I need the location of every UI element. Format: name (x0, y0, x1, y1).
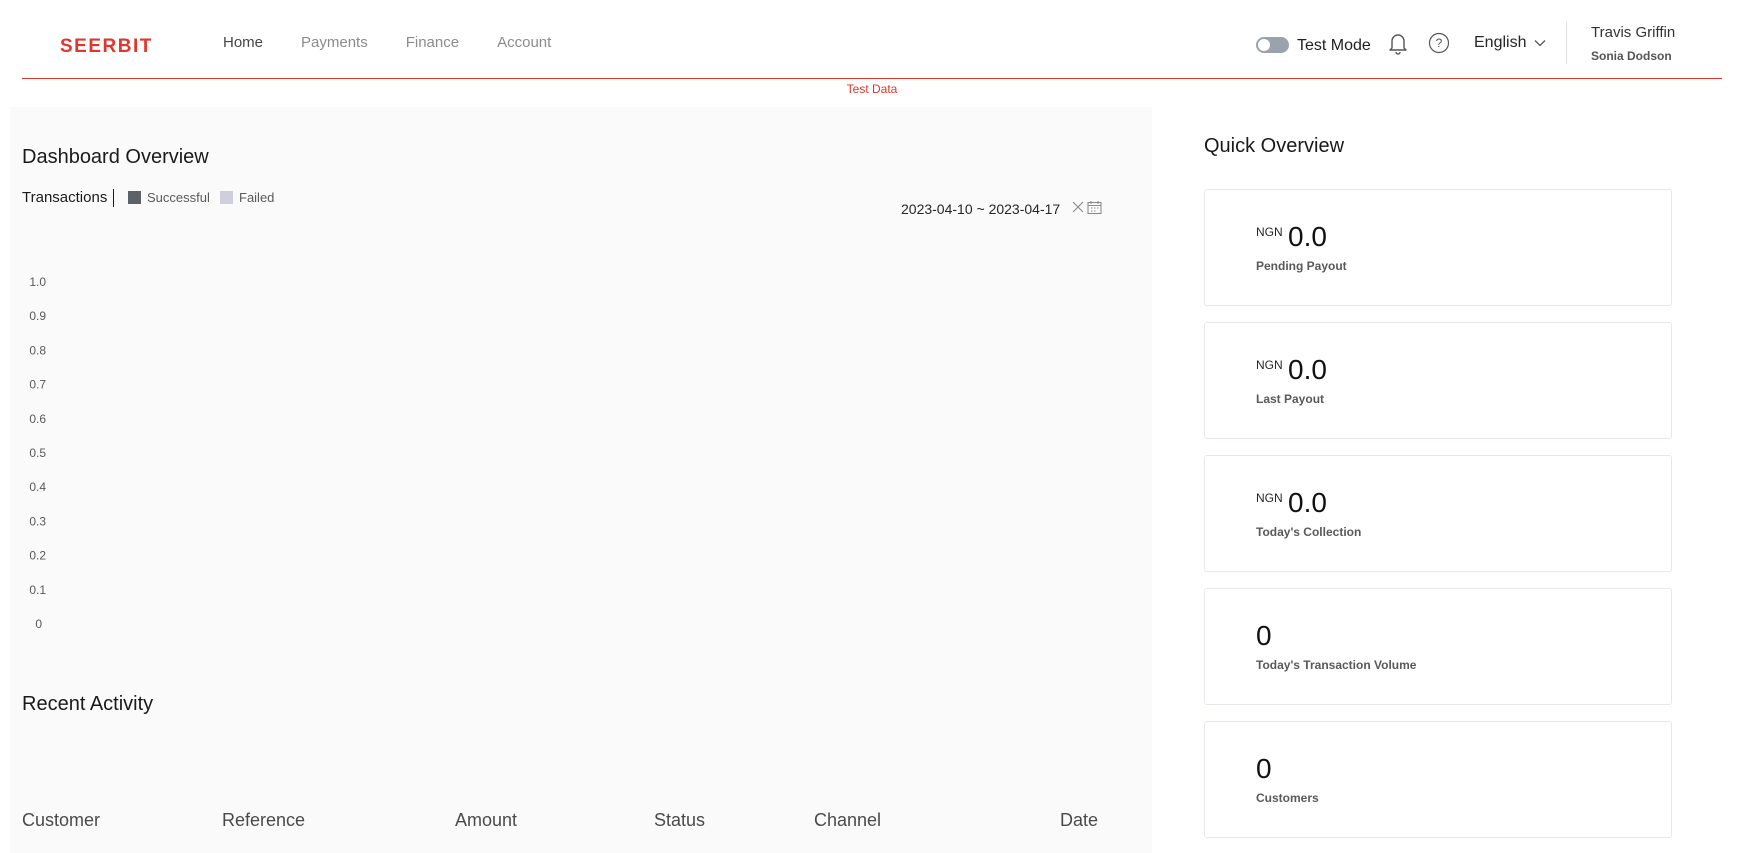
card-currency: NGN (1256, 225, 1283, 239)
nav-finance[interactable]: Finance (406, 34, 459, 51)
recent-activity-title: Recent Activity (22, 693, 154, 715)
column-header-status[interactable]: Status (654, 810, 705, 831)
test-mode-label: Test Mode (1297, 37, 1371, 54)
svg-text:?: ? (1436, 36, 1443, 50)
user-business-name: Sonia Dodson (1591, 49, 1672, 63)
y-tick-label: 0.1 (29, 583, 46, 597)
column-header-date[interactable]: Date (1060, 810, 1098, 831)
chevron-down-icon (1535, 40, 1546, 47)
y-tick-label: 0.6 (29, 412, 46, 426)
language-selector[interactable]: English (1474, 34, 1546, 52)
y-tick-label: 0.7 (29, 378, 46, 392)
y-tick-label: 0.5 (29, 446, 46, 460)
card-label: Pending Payout (1256, 259, 1347, 273)
card-value: 0 (1256, 753, 1272, 784)
nav-home[interactable]: Home (223, 34, 263, 51)
y-tick-label: 0.2 (29, 549, 46, 563)
y-tick-label: 0.8 (29, 343, 46, 357)
top-header: SEERBIT Home Payments Finance Account Te… (0, 0, 1744, 78)
column-header-channel[interactable]: Channel (814, 810, 881, 831)
nav-account[interactable]: Account (497, 34, 551, 51)
header-divider (1566, 22, 1567, 64)
user-name[interactable]: Travis Griffin (1591, 24, 1675, 41)
date-range-picker[interactable]: 2023-04-10 ~ 2023-04-17 (901, 201, 1060, 217)
card-value: 0.0 (1288, 354, 1327, 385)
card-label: Today's Collection (1256, 525, 1362, 539)
card-customers[interactable]: 0 Customers (1204, 721, 1672, 838)
y-tick-label: 0.9 (29, 309, 46, 323)
card-label: Today's Transaction Volume (1256, 658, 1417, 672)
transactions-label: Transactions (22, 189, 108, 206)
dashboard-title: Dashboard Overview (22, 146, 209, 168)
legend-successful[interactable]: Successful (128, 190, 210, 205)
legend-failed[interactable]: Failed (220, 190, 274, 205)
transactions-chart: 1.0 0.9 0.8 0.7 0.6 0.5 0.4 0.3 0.2 0.1 0 (29, 275, 46, 631)
card-currency: NGN (1256, 491, 1283, 505)
calendar-icon[interactable] (1087, 200, 1102, 215)
test-mode-line (22, 78, 1722, 79)
nav-payments[interactable]: Payments (301, 34, 368, 51)
test-data-banner: Test Data (846, 82, 898, 96)
y-tick-label: 1.0 (29, 275, 46, 289)
card-transaction-volume[interactable]: 0 Today's Transaction Volume (1204, 588, 1672, 705)
transactions-separator (113, 189, 114, 207)
language-label: English (1474, 34, 1527, 51)
y-tick-label: 0 (35, 617, 42, 631)
test-mode-toggle[interactable] (1256, 37, 1289, 53)
y-tick-label: 0.4 (29, 480, 46, 494)
card-value: 0 (1256, 620, 1272, 651)
logo-text: SEERBIT (60, 36, 153, 56)
card-value: 0.0 (1288, 487, 1327, 518)
legend-swatch-successful (128, 191, 141, 204)
notification-bell-icon[interactable] (1387, 31, 1409, 55)
quick-overview-title: Quick Overview (1204, 135, 1345, 157)
seerbit-logo[interactable]: SEERBIT (60, 36, 166, 57)
card-value: 0.0 (1288, 221, 1327, 252)
card-label: Last Payout (1256, 392, 1325, 406)
logo-wordmark: SEERBIT (60, 36, 153, 57)
main-nav: Home Payments Finance Account (223, 34, 589, 51)
card-label: Customers (1256, 791, 1319, 805)
card-last-payout[interactable]: NGN 0.0 Last Payout (1204, 322, 1672, 439)
clear-date-icon[interactable] (1071, 200, 1085, 214)
help-icon[interactable]: ? (1428, 32, 1450, 54)
column-header-reference[interactable]: Reference (222, 810, 305, 831)
legend-label-successful: Successful (147, 190, 210, 205)
legend-swatch-failed (220, 191, 233, 204)
card-pending-payout[interactable]: NGN 0.0 Pending Payout (1204, 189, 1672, 306)
card-currency: NGN (1256, 358, 1283, 372)
card-todays-collection[interactable]: NGN 0.0 Today's Collection (1204, 455, 1672, 572)
column-header-customer[interactable]: Customer (22, 810, 100, 831)
legend-label-failed: Failed (239, 190, 275, 205)
toggle-knob (1258, 39, 1270, 51)
column-header-amount[interactable]: Amount (455, 810, 517, 831)
y-tick-label: 0.3 (29, 514, 46, 528)
